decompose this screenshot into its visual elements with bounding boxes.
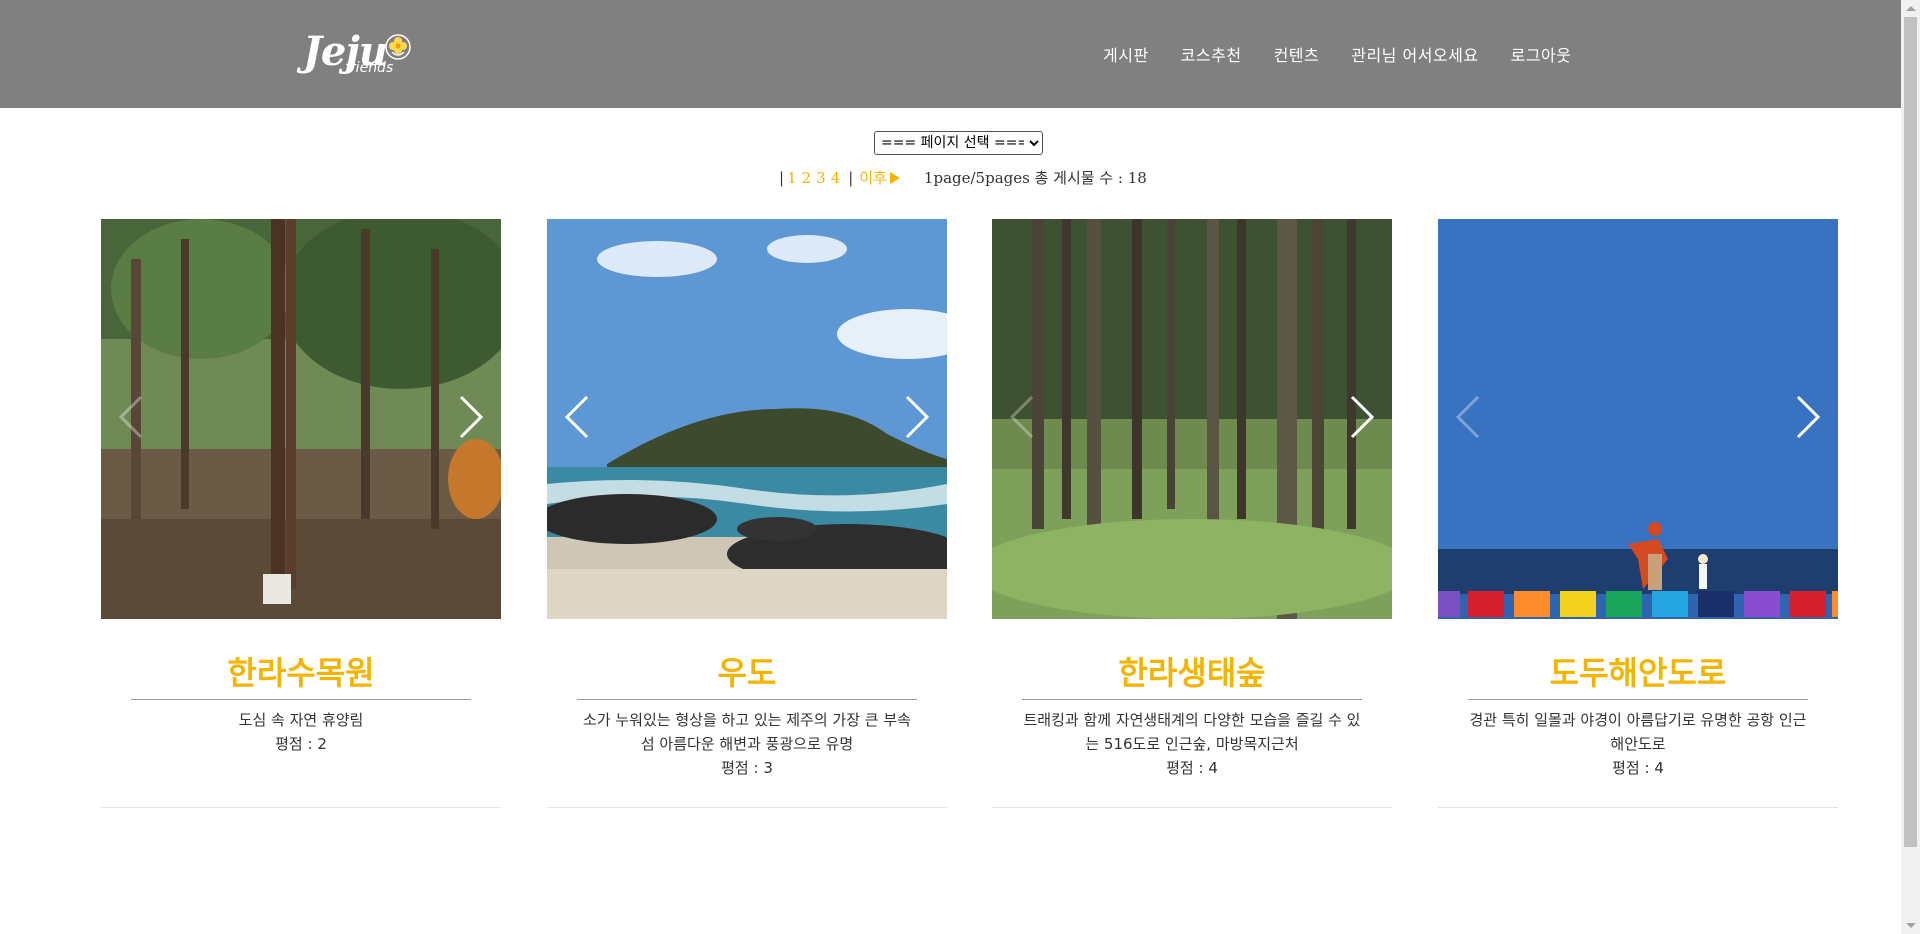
flower-icon [385, 34, 411, 60]
nav-admin-greeting[interactable]: 관리님 어서오세요 [1351, 42, 1478, 66]
scroll-up-icon[interactable] [1906, 6, 1916, 11]
card-title[interactable]: 한라수목원 [101, 653, 501, 693]
nav-contents[interactable]: 컨텐츠 [1274, 42, 1320, 66]
card: 한라수목원 도심 속 자연 휴양림 평점 : 2 [101, 219, 501, 808]
logo-subtext: friends [345, 60, 394, 76]
page-link-4[interactable]: 4 [831, 169, 841, 187]
card-description: 소가 누워있는 형상을 하고 있는 제주의 가장 큰 부속섬 아름다운 해변과 … [583, 711, 911, 753]
card-image-carousel[interactable] [547, 219, 947, 619]
page-select[interactable]: === 페이지 선택 === [874, 131, 1043, 155]
pagination: | 1 2 3 4 | 이후 1page/5pages 총 게시물 수 : 18 [776, 167, 1147, 188]
scroll-down-icon[interactable] [1906, 923, 1916, 928]
title-divider [1022, 699, 1362, 700]
card: 우도 소가 누워있는 형상을 하고 있는 제주의 가장 큰 부속섬 아름다운 해… [547, 219, 947, 808]
card-image-carousel[interactable] [1438, 219, 1838, 619]
page-link-3[interactable]: 3 [816, 169, 826, 187]
page-link-2[interactable]: 2 [802, 169, 812, 187]
title-divider [1468, 699, 1808, 700]
chevron-left-icon[interactable] [565, 395, 589, 439]
chevron-left-icon[interactable] [1456, 395, 1480, 439]
forest-image [101, 219, 501, 619]
separator: | [779, 168, 785, 187]
chevron-right-icon[interactable] [1350, 395, 1374, 439]
chevron-left-icon[interactable] [1010, 395, 1034, 439]
scroll-thumb[interactable] [1904, 17, 1917, 847]
card-image-carousel[interactable] [101, 219, 501, 619]
cedar-forest-image [992, 219, 1392, 619]
chevron-right-icon[interactable] [1796, 395, 1820, 439]
card-divider [101, 807, 501, 808]
nav-course[interactable]: 코스추천 [1181, 42, 1242, 66]
page-info: 1page/5pages 총 게시물 수 : 18 [923, 169, 1147, 187]
page-link-1[interactable]: 1 [787, 169, 797, 187]
title-divider [577, 699, 917, 700]
chevron-left-icon[interactable] [119, 395, 143, 439]
card: 한라생태숲 트래킹과 함께 자연생태계의 다양한 모습을 즐길 수 있는 516… [992, 219, 1392, 808]
chevron-right-icon[interactable] [905, 395, 929, 439]
nav-logout[interactable]: 로그아웃 [1511, 42, 1572, 66]
nav-board[interactable]: 게시판 [1103, 42, 1149, 66]
card-title[interactable]: 우도 [547, 653, 947, 693]
card-rating: 평점 : 2 [275, 735, 327, 753]
card-divider [992, 807, 1392, 808]
card-rating: 평점 : 3 [721, 759, 773, 777]
card-description: 도심 속 자연 휴양림 [238, 711, 364, 729]
title-divider [131, 699, 471, 700]
card: 도두해안도로 경관 특히 일몰과 야경이 아름답기로 유명한 공항 인근 해안도… [1438, 219, 1838, 808]
next-page-link[interactable]: 이후 [859, 167, 887, 188]
card-divider [1438, 807, 1838, 808]
coastal-road-image [1438, 219, 1838, 619]
chevron-right-icon[interactable] [459, 395, 483, 439]
main-nav: 게시판 코스추천 컨텐츠 관리님 어서오세요 로그아웃 [1103, 42, 1603, 66]
logo[interactable]: Jeju friends [303, 28, 415, 80]
card-image-carousel[interactable] [992, 219, 1392, 619]
card-description: 트래킹과 함께 자연생태계의 다양한 모습을 즐길 수 있는 516도로 인근숲… [1023, 711, 1361, 753]
separator: | [848, 168, 854, 187]
card-title[interactable]: 한라생태숲 [992, 653, 1392, 693]
vertical-scrollbar[interactable] [1901, 0, 1920, 934]
header: Jeju friends 게시판 코스추천 컨텐츠 관리님 어서오세요 로그아웃 [0, 0, 1901, 108]
card-rating: 평점 : 4 [1612, 759, 1664, 777]
triangle-right-icon[interactable] [889, 171, 900, 184]
card-divider [547, 807, 947, 808]
card-rating: 평점 : 4 [1166, 759, 1218, 777]
card-description: 경관 특히 일몰과 야경이 아름답기로 유명한 공항 인근 해안도로 [1469, 711, 1807, 753]
card-title[interactable]: 도두해안도로 [1438, 653, 1838, 693]
island-beach-image [547, 219, 947, 619]
